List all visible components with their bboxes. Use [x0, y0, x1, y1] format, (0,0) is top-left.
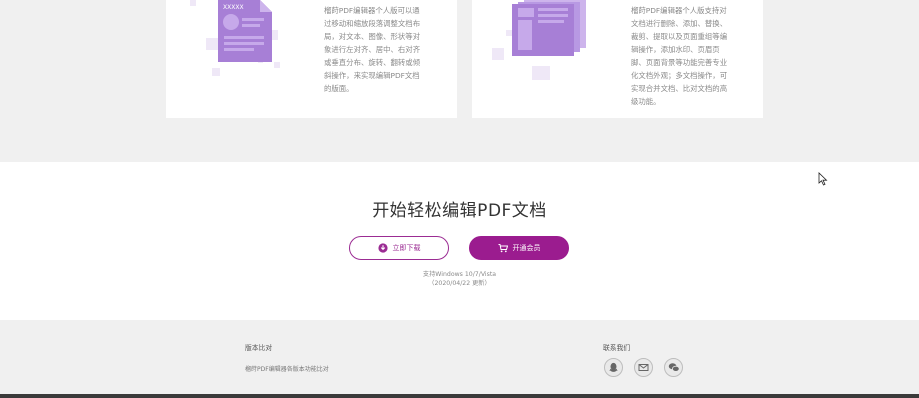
- download-button[interactable]: 立即下载: [349, 236, 449, 260]
- membership-button-label: 开通会员: [512, 244, 541, 252]
- qq-icon[interactable]: [604, 358, 623, 377]
- features-section: XXXXX 榴莳PDF编辑器个人版可以通 过移动和缩放段落调整文档布 局，对文本…: [0, 0, 919, 162]
- download-icon: [377, 243, 388, 253]
- footer: 版本比对 榴莳PDF编辑器各版本功能比对 联系我们: [0, 320, 919, 394]
- bottom-bar: [0, 394, 919, 398]
- cta-section: 开始轻松编辑PDF文档 立即下载 开通会员 支持Windows 10/7/Vis…: [0, 162, 919, 320]
- feature-description-layout: 榴莳PDF编辑器个人版可以通 过移动和缩放段落调整文档布 局，对文本、图像、形状…: [324, 6, 421, 93]
- version-compare-link[interactable]: 榴莳PDF编辑器各版本功能比对: [245, 364, 329, 373]
- update-date-text: （2020/04/22 更新）: [428, 280, 491, 287]
- feature-description-editing: 榴莳PDF编辑器个人版支持对 文档进行删除、添加、替换、 裁剪、提取以及页面重组…: [631, 6, 728, 106]
- wechat-icon[interactable]: [664, 358, 683, 377]
- illustration-label: XXXXX: [223, 4, 244, 11]
- version-compare-heading: 版本比对: [245, 344, 273, 352]
- feature-card-editing: 榴莳PDF编辑器个人版支持对 文档进行删除、添加、替换、 裁剪、提取以及页面重组…: [472, 0, 763, 118]
- cta-title: 开始轻松编辑PDF文档: [372, 201, 547, 221]
- download-button-label: 立即下载: [392, 244, 421, 252]
- contact-heading: 联系我们: [603, 344, 631, 352]
- supported-os-text: 支持Windows 10/7/Vista: [422, 271, 497, 278]
- pages-illustration-icon: [492, 0, 586, 80]
- open-membership-button[interactable]: 开通会员: [469, 236, 569, 260]
- mail-icon[interactable]: [634, 358, 653, 377]
- mouse-cursor-icon: [818, 172, 828, 186]
- document-illustration-icon: [190, 0, 280, 76]
- feature-card-layout: XXXXX 榴莳PDF编辑器个人版可以通 过移动和缩放段落调整文档布 局，对文本…: [166, 0, 457, 118]
- cart-icon: [498, 243, 508, 253]
